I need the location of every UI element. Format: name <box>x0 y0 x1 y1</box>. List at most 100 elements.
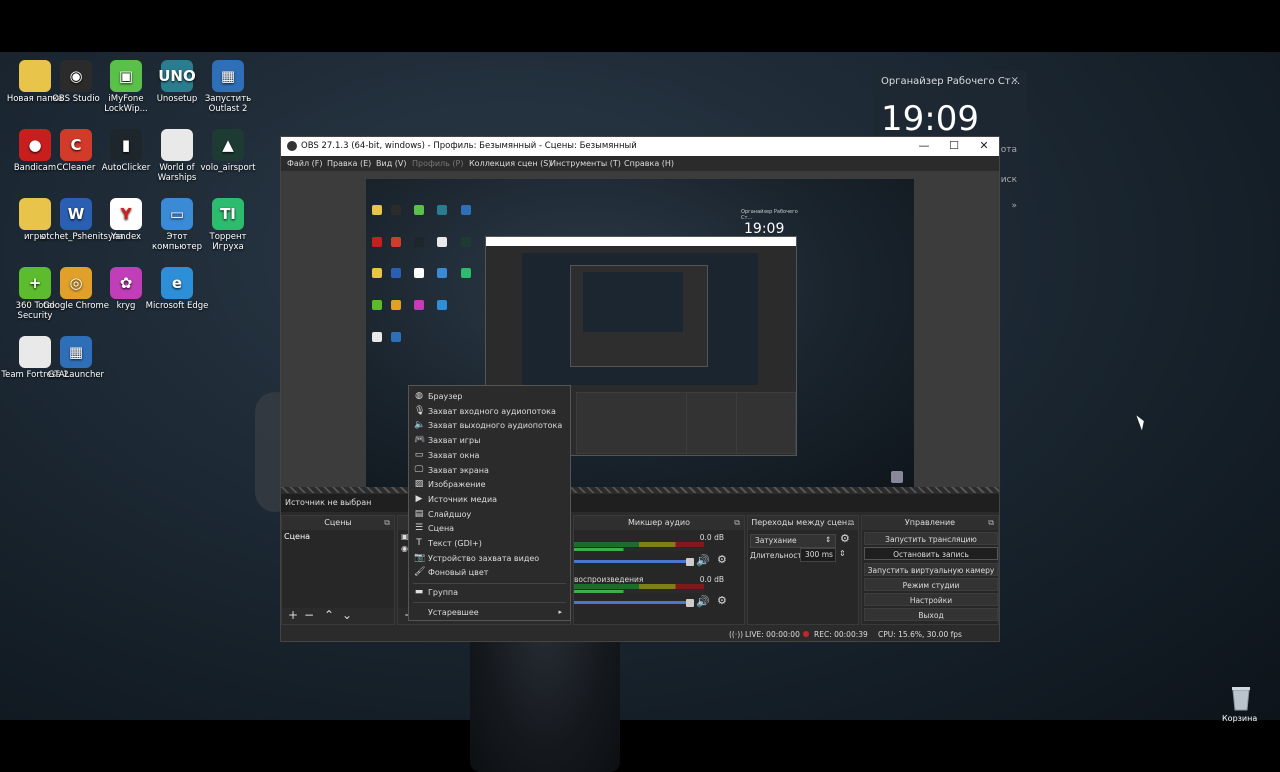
source-status-bar: Источник не выбран <box>281 494 999 512</box>
scenes-dock-title: Сцены ⧉ <box>282 516 394 530</box>
obs-titlebar[interactable]: OBS 27.1.3 (64-bit, windows) - Профиль: … <box>281 137 999 156</box>
stop-recording-button[interactable]: Остановить запись <box>864 547 998 560</box>
menu-file[interactable]: Файл (F) <box>287 159 323 168</box>
audio-level <box>574 590 704 593</box>
nested-mixer <box>576 392 688 454</box>
context-menu-item[interactable]: 🖌 Фоновый цвет <box>409 566 570 580</box>
context-menu-item[interactable]: ▤ Слайдшоу <box>409 508 570 522</box>
audio-meter <box>574 584 704 589</box>
volume-slider-knob[interactable] <box>686 599 694 607</box>
context-menu-item[interactable]: 🎙 Захват входного аудиопотока <box>409 405 570 419</box>
desktop-icon[interactable]: e Microsoft Edge <box>142 267 212 311</box>
gear-icon[interactable]: ⚙ <box>717 594 727 607</box>
preview-mini-icon <box>372 268 382 279</box>
nested-controls <box>736 392 796 454</box>
context-menu-separator <box>413 602 566 603</box>
source-status-text: Источник не выбран <box>285 498 372 507</box>
start-streaming-button[interactable]: Запустить трансляцию <box>864 532 998 545</box>
context-menu-label: Захват выходного аудиопотока <box>428 421 563 431</box>
exit-button[interactable]: Выход <box>864 608 998 621</box>
context-menu-label: Захват входного аудиопотока <box>428 406 556 416</box>
move-scene-up-button[interactable]: ⌃ <box>324 608 334 622</box>
context-menu-item[interactable]: ◍ Браузер <box>409 390 570 404</box>
recycle-bin-icon[interactable] <box>1226 682 1256 712</box>
text-icon: T <box>416 538 422 548</box>
dock-float-icon[interactable]: ⧉ <box>384 516 390 530</box>
context-menu-label: Сцена <box>428 524 455 534</box>
desktop-icon[interactable]: ▦ GTALauncher <box>41 336 111 380</box>
context-menu-item[interactable]: 🔈 Захват выходного аудиопотока <box>409 419 570 433</box>
desktop-icon[interactable]: TI Торрент Игруха <box>193 198 263 252</box>
desktop-icon[interactable]: ▲ volo_airsport <box>193 129 263 173</box>
uno-icon: UNO <box>158 60 196 92</box>
duration-stepper-icon[interactable]: ⇕ <box>839 549 846 558</box>
preview-mini-icon <box>437 205 448 215</box>
menu-help[interactable]: Справка (H) <box>624 159 674 168</box>
dock-float-icon[interactable]: ⧉ <box>988 516 994 530</box>
context-menu-item[interactable]: ☰ Сцена <box>409 522 570 536</box>
obs-window[interactable]: OBS 27.1.3 (64-bit, windows) - Профиль: … <box>280 136 1000 642</box>
context-menu-label: Слайдшоу <box>428 509 472 519</box>
add-scene-button[interactable]: + <box>288 608 298 622</box>
context-menu-item[interactable]: 📷 Устройство захвата видео <box>409 552 570 566</box>
gear-icon[interactable]: ⚙ <box>717 553 727 566</box>
preview-area[interactable]: Органайзер Рабочего Ст... 19:09 <box>281 171 999 487</box>
computer-icon: ▭ <box>161 198 193 230</box>
speaker-icon[interactable]: 🔊 <box>696 554 710 567</box>
nested-titlebar <box>486 237 796 246</box>
menu-scene-collection[interactable]: Коллекция сцен (S) <box>469 159 551 168</box>
widget-side-text: ота <box>1000 145 1017 155</box>
menu-profile[interactable]: Профиль (P) <box>412 159 463 168</box>
context-menu-label: Текст (GDI+) <box>428 539 482 548</box>
start-virtual-camera-button[interactable]: Запустить виртуальную камеру <box>864 563 998 576</box>
camera-icon: 📷 <box>414 552 426 563</box>
context-menu-deprecated[interactable]: Устаревшее ▸ <box>409 606 570 620</box>
context-menu-item[interactable]: 🎮 Захват игры <box>409 434 570 448</box>
close-button[interactable]: ✕ <box>969 139 999 152</box>
transition-select[interactable]: Затухание ⇕ <box>750 534 836 548</box>
ccleaner-icon: C <box>60 129 92 161</box>
studio-mode-button[interactable]: Режим студии <box>864 578 998 591</box>
menu-edit[interactable]: Правка (E) <box>327 159 371 168</box>
context-menu-item[interactable]: ▶ Источник медиа <box>409 493 570 507</box>
widget-close-icon[interactable]: × <box>1011 75 1019 86</box>
remove-scene-button[interactable]: − <box>304 608 314 622</box>
transitions-dock-title: Переходы между сцен... ⧉ <box>748 516 858 530</box>
audio-level <box>574 548 704 551</box>
dock-float-icon[interactable]: ⧉ <box>848 516 854 530</box>
list-icon: ☰ <box>414 523 424 534</box>
volume-slider[interactable] <box>574 560 692 563</box>
preview-mini-icon <box>460 268 471 279</box>
menu-tools[interactable]: Инструменты (T) <box>550 159 621 168</box>
dock-float-icon[interactable]: ⧉ <box>734 516 740 530</box>
duration-input[interactable]: 300 ms <box>800 548 836 562</box>
mixer-db-value: 0.0 dB <box>699 533 724 542</box>
preview-mini-icon <box>372 300 382 311</box>
word-icon: W <box>60 198 92 230</box>
widget-side-text[interactable]: » <box>1011 201 1017 211</box>
volume-slider-knob[interactable] <box>686 558 694 566</box>
obs-window-title: OBS 27.1.3 (64-bit, windows) - Профиль: … <box>301 141 637 151</box>
maximize-button[interactable]: ☐ <box>939 139 969 152</box>
context-menu-item[interactable]: ▭ Захват окна <box>409 449 570 463</box>
minimize-button[interactable]: — <box>909 139 939 152</box>
preview-mini-icon <box>390 205 401 215</box>
context-menu-item[interactable]: T Текст (GDI+) <box>409 537 570 551</box>
context-menu-item[interactable]: 🖵 Захват экрана <box>409 464 570 478</box>
mixer-dock: Микшер аудио ⧉ 0.0 dB 🔊 ⚙ воспроизведени… <box>573 515 745 625</box>
context-menu-item[interactable]: ▨ Изображение <box>409 478 570 492</box>
context-menu-label: Изображение <box>428 480 486 490</box>
settings-button[interactable]: Настройки <box>864 593 998 606</box>
menu-view[interactable]: Вид (V) <box>376 159 406 168</box>
gear-icon[interactable]: ⚙ <box>840 532 850 545</box>
desktop-icon[interactable]: ▦ Запустить Outlast 2 <box>193 60 263 114</box>
image-icon: ▨ <box>414 479 424 490</box>
move-scene-down-button[interactable]: ⌄ <box>342 608 352 622</box>
preview-clock: 19:09 <box>744 221 785 237</box>
scene-list-item[interactable]: Сцена <box>284 532 310 541</box>
speaker-icon[interactable]: 🔊 <box>696 595 710 608</box>
globe-icon: ◍ <box>415 391 423 401</box>
volume-slider[interactable] <box>574 601 692 604</box>
context-menu-group[interactable]: ▬ Группа <box>409 586 570 600</box>
eye-icon[interactable]: ◉ <box>401 544 408 553</box>
